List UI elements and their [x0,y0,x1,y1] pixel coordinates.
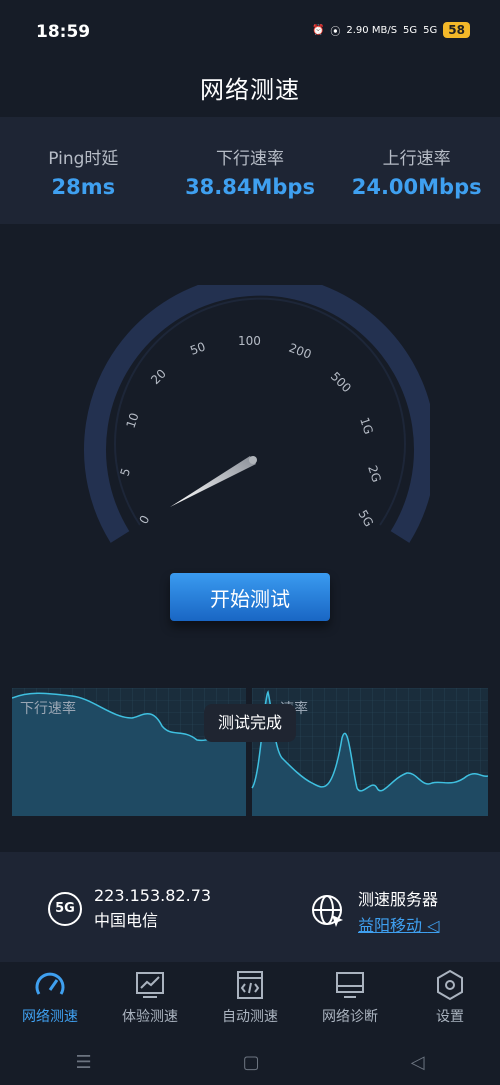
connection-panel: 5G 223.153.82.73 中国电信 测速服务器 益阳移动 ◁ [0,852,500,962]
globe-icon [312,895,343,927]
server-name: 益阳移动 [358,916,423,935]
gauge-arc [84,285,430,543]
gauge-needle [170,456,256,507]
tab-label: 自动测速 [222,1009,278,1025]
speed-gauge: 0 5 10 20 50 100 200 500 1G 2G 5G [84,285,430,543]
tick-label: 50 [188,339,207,357]
menu-icon[interactable]: ☰ [76,1052,92,1073]
server-name-link[interactable]: 益阳移动 ◁ [358,912,439,936]
location-icon: ⦿ [330,26,341,38]
speedometer-icon [35,972,65,995]
tab-network-speed[interactable]: 网络测速 [0,962,100,1040]
tick-label: 2G [365,464,384,484]
metric-value: 24.00Mbps [351,175,482,199]
ip-info: 5G 223.153.82.73 中国电信 [48,886,211,931]
monitor-icon [336,972,364,998]
tab-label: 设置 [436,1009,464,1025]
download-metric: 下行速率 38.84Mbps [167,117,334,224]
tab-settings[interactable]: 设置 [400,962,500,1040]
caret-left-icon: ◁ [427,916,440,935]
ip-text: 223.153.82.73 中国电信 [94,886,211,931]
battery-icon: 58 [443,22,470,38]
tick-label: 10 [124,411,142,430]
chart-icon [136,972,164,998]
signal-icon: 5G [403,24,418,36]
bottom-tab-bar: 网络测速 体验测速 自动测速 网络诊断 设置 [0,962,500,1040]
tab-experience-speed[interactable]: 体验测速 [100,962,200,1040]
metric-value: 38.84Mbps [185,175,315,199]
metric-label: 上行速率 [382,149,451,169]
signal-icon-2: 5G [423,24,438,36]
hexagon-settings-icon [437,969,463,1001]
tab-network-diagnosis[interactable]: 网络诊断 [300,962,400,1040]
alarm-icon: ⏰ [311,24,325,36]
tick-label: 5G [355,508,376,530]
metric-label: Ping时延 [48,149,119,169]
server-title: 测速服务器 [358,890,439,909]
tick-label: 1G [357,416,376,436]
net-speed: 2.90 MB/S [346,24,398,36]
status-time: 18:59 [36,22,91,42]
server-info[interactable]: 测速服务器 益阳移动 ◁ [310,886,439,936]
ping-metric: Ping时延 28ms [0,117,167,224]
upload-metric: 上行速率 24.00Mbps [333,117,500,224]
tick-label: 5 [118,466,134,478]
tab-label: 网络诊断 [322,1009,378,1025]
tick-label: 100 [238,334,261,348]
start-test-button[interactable]: 开始测试 [170,573,330,621]
code-icon [237,971,263,999]
carrier-name: 中国电信 [94,911,159,930]
download-graph-label: 下行速率 [20,701,76,717]
ip-address: 223.153.82.73 [94,886,212,905]
status-bar: 18:59 ⏰ ⦿ 2.90 MB/S 5G 5G 58 [0,0,500,60]
back-icon[interactable]: ◁ [411,1052,425,1073]
tab-label: 体验测速 [122,1009,178,1025]
metric-label: 下行速率 [216,149,284,169]
metrics-panel: Ping时延 28ms 下行速率 38.84Mbps 上行速率 24.00Mbp… [0,117,500,224]
status-icons: ⏰ ⦿ 2.90 MB/S 5G 5G 58 [312,22,470,38]
home-icon[interactable]: ▢ [243,1052,260,1073]
page-title: 网络测速 [200,76,300,104]
tick-label: 500 [328,369,354,395]
5g-icon: 5G [48,891,82,926]
system-nav-bar: ☰ ▢ ◁ [0,1040,500,1085]
needle-hub [249,456,257,464]
tab-label: 网络测速 [22,1009,78,1025]
metric-value: 28ms [51,175,116,199]
tick-label: 200 [287,341,313,362]
server-text: 测速服务器 益阳移动 ◁ [358,886,439,936]
tick-label: 20 [148,366,169,387]
tab-auto-speed[interactable]: 自动测速 [200,962,300,1040]
toast-message: 测试完成 [204,704,296,742]
